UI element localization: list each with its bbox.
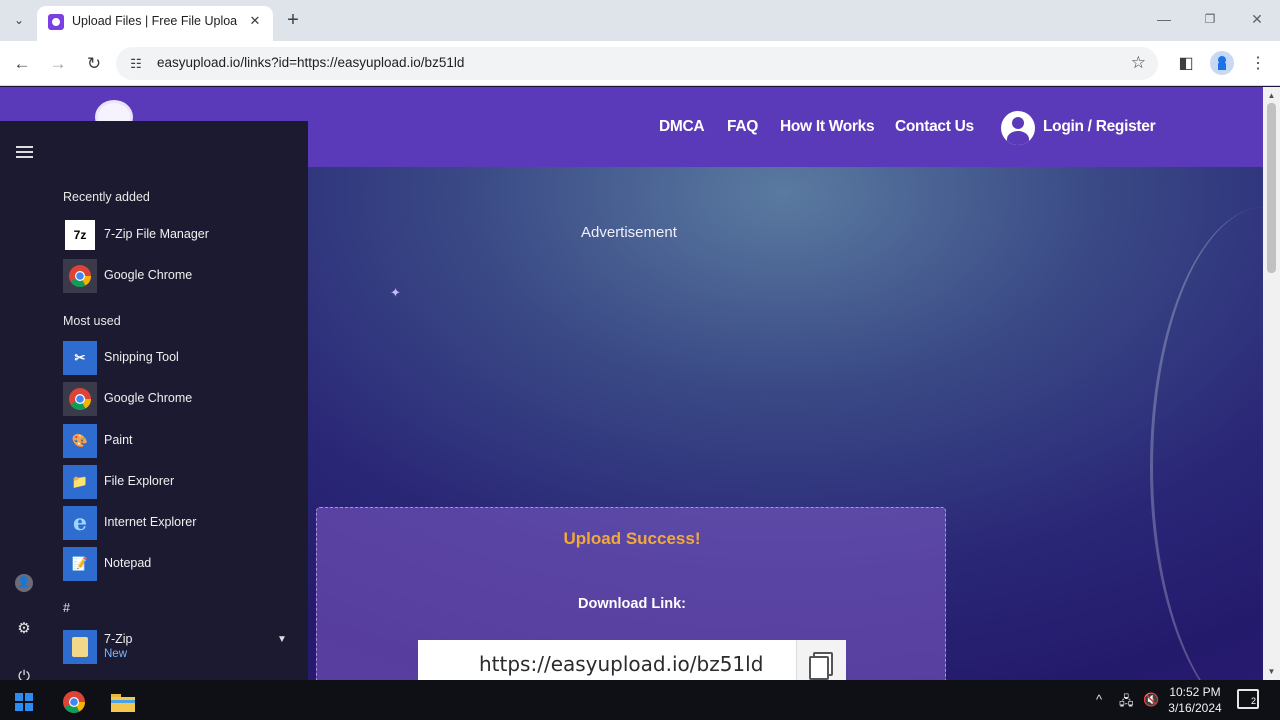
chevron-down-icon[interactable]: ▼ xyxy=(277,634,287,645)
taskbar-clock[interactable]: 10:52 PM 3/16/2024 xyxy=(1164,684,1226,716)
app-label: Internet Explorer xyxy=(104,515,197,529)
start-menu: Recently added 7z 7-Zip File Manager Goo… xyxy=(0,121,308,685)
site-favicon-icon xyxy=(48,14,64,30)
notification-center-icon[interactable]: 2 xyxy=(1237,689,1259,709)
upload-success-card: Upload Success! Download Link: https://e… xyxy=(316,507,946,680)
new-badge: New xyxy=(104,648,128,660)
internet-explorer-icon: e xyxy=(63,506,97,540)
notepad-icon: 📝 xyxy=(63,547,97,581)
start-folder-7zip[interactable]: 7-Zip New xyxy=(63,630,303,664)
start-app-notepad[interactable]: 📝 Notepad xyxy=(63,547,303,581)
window-close-icon[interactable]: ✕ xyxy=(1242,8,1272,30)
decorative-arc xyxy=(1150,207,1263,680)
nav-link-dmca[interactable]: DMCA xyxy=(659,118,705,136)
sparkle-icon: ✦ xyxy=(390,285,401,300)
download-link-text[interactable]: https://easyupload.io/bz51ld xyxy=(479,652,763,676)
snipping-tool-icon: ✂ xyxy=(63,341,97,375)
nav-link-how-it-works[interactable]: How It Works xyxy=(780,118,875,136)
chrome-icon xyxy=(63,259,97,293)
address-bar[interactable]: ☷ easyupload.io/links?id=https://easyupl… xyxy=(116,47,1158,80)
minimize-icon[interactable]: — xyxy=(1149,8,1179,30)
app-label: File Explorer xyxy=(104,474,175,488)
forward-arrow-icon[interactable]: → xyxy=(45,51,71,77)
tray-chevron-up-icon[interactable]: ^ xyxy=(1096,692,1102,707)
tab-search-button[interactable]: ⌄ xyxy=(8,9,30,31)
profile-avatar-icon[interactable] xyxy=(1210,51,1234,75)
start-app-snipping-tool[interactable]: ✂ Snipping Tool xyxy=(63,341,303,375)
volume-muted-icon[interactable]: 🔇 xyxy=(1143,692,1159,708)
download-link-box[interactable]: https://easyupload.io/bz51ld xyxy=(418,640,846,680)
browser-toolbar: ← → ↻ ☷ easyupload.io/links?id=https://e… xyxy=(0,41,1280,86)
user-icon[interactable] xyxy=(1001,111,1035,145)
user-account-icon[interactable]: 👤 xyxy=(15,574,33,592)
windows-start-icon[interactable] xyxy=(0,684,48,720)
start-app-file-explorer[interactable]: 📁 File Explorer xyxy=(63,465,303,499)
most-used-header: Most used xyxy=(63,314,121,328)
chrome-icon xyxy=(63,382,97,416)
clock-time: 10:52 PM xyxy=(1169,685,1221,699)
login-register-link[interactable]: Login / Register xyxy=(1043,118,1156,136)
bookmark-star-icon[interactable]: ☆ xyxy=(1131,53,1146,73)
url-text[interactable]: easyupload.io/links?id=https://easyuploa… xyxy=(157,55,464,70)
download-link-label: Download Link: xyxy=(578,596,686,612)
scroll-down-icon[interactable]: ▼ xyxy=(1266,667,1277,676)
app-label: Notepad xyxy=(104,556,152,570)
nav-link-contact-us[interactable]: Contact Us xyxy=(895,118,974,136)
restore-icon[interactable]: ❐ xyxy=(1195,8,1225,30)
app-label: Google Chrome xyxy=(104,268,193,282)
start-app-google-chrome[interactable]: Google Chrome xyxy=(63,382,303,416)
taskbar-file-explorer-icon[interactable] xyxy=(99,684,147,720)
start-app-google-chrome-recent[interactable]: Google Chrome xyxy=(63,259,303,293)
settings-gear-icon[interactable]: ⚙ xyxy=(13,618,35,640)
advertisement-label: Advertisement xyxy=(581,224,677,241)
nav-link-faq[interactable]: FAQ xyxy=(727,118,758,136)
side-panel-icon[interactable]: ◧ xyxy=(1173,51,1199,77)
copy-link-icon[interactable] xyxy=(796,640,846,680)
app-label: Google Chrome xyxy=(104,391,193,405)
taskbar: ^ 🖧 🔇 10:52 PM 3/16/2024 2 xyxy=(0,680,1280,720)
network-icon[interactable]: 🖧 xyxy=(1119,692,1134,714)
tab-title: Upload Files | Free File Upload xyxy=(72,14,237,28)
start-app-7zip-file-manager[interactable]: 7z 7-Zip File Manager xyxy=(63,218,303,252)
new-tab-button[interactable]: + xyxy=(282,9,304,31)
start-app-internet-explorer[interactable]: e Internet Explorer xyxy=(63,506,303,540)
folder-icon xyxy=(63,630,97,664)
browser-tab-active[interactable]: Upload Files | Free File Upload ✕ xyxy=(37,6,273,41)
scroll-thumb[interactable] xyxy=(1267,103,1276,273)
browser-tab-strip: ⌄ Upload Files | Free File Upload ✕ + — … xyxy=(0,0,1280,41)
hash-section-header[interactable]: # xyxy=(63,601,70,615)
upload-success-title: Upload Success! xyxy=(563,529,701,548)
app-label: 7-Zip xyxy=(104,632,133,646)
more-menu-icon[interactable]: ⋮ xyxy=(1245,51,1271,77)
app-label: 7-Zip File Manager xyxy=(104,227,209,241)
reload-icon[interactable]: ↻ xyxy=(81,51,107,77)
taskbar-chrome-icon[interactable] xyxy=(50,684,98,720)
site-info-icon[interactable]: ☷ xyxy=(127,55,145,73)
paint-icon: 🎨 xyxy=(63,424,97,458)
app-label: Paint xyxy=(104,433,133,447)
app-label: Snipping Tool xyxy=(104,350,179,364)
page-scrollbar[interactable]: ▲ ▼ xyxy=(1263,87,1280,680)
clock-date: 3/16/2024 xyxy=(1168,701,1222,715)
7zip-icon: 7z xyxy=(63,218,97,252)
folder-icon: 📁 xyxy=(63,465,97,499)
recently-added-header: Recently added xyxy=(63,190,150,204)
scroll-up-icon[interactable]: ▲ xyxy=(1266,91,1277,100)
start-app-paint[interactable]: 🎨 Paint xyxy=(63,424,303,458)
hamburger-menu-icon[interactable] xyxy=(16,146,33,158)
tab-close-icon[interactable]: ✕ xyxy=(246,12,264,30)
back-arrow-icon[interactable]: ← xyxy=(9,51,35,77)
